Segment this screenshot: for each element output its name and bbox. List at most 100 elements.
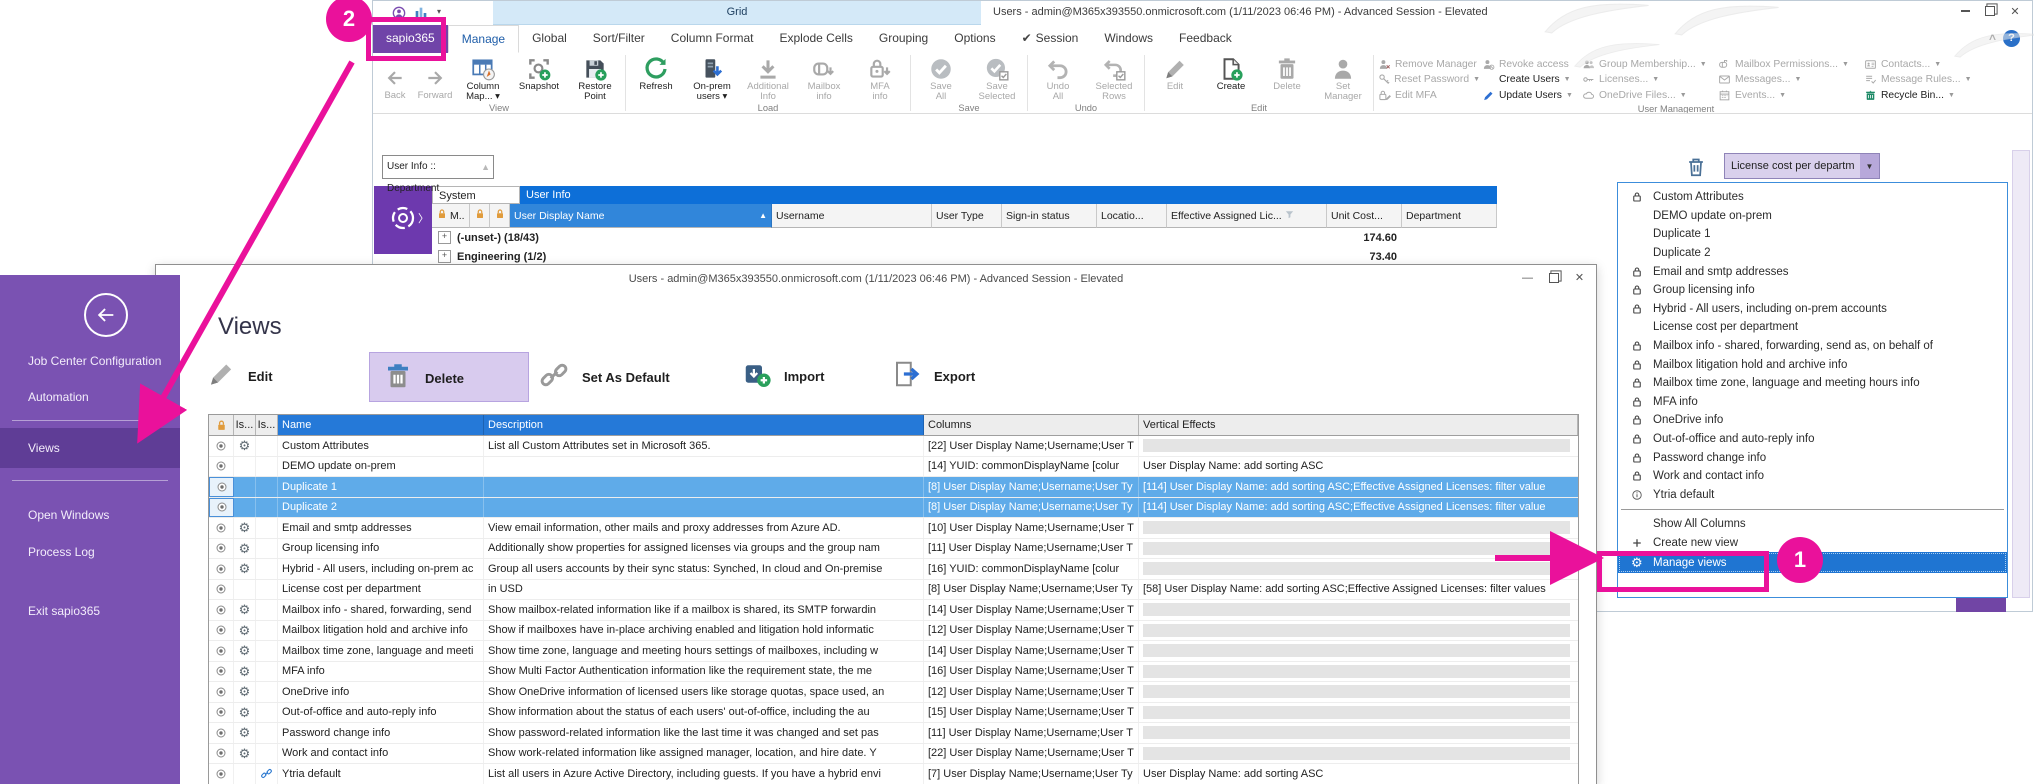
tab-options[interactable]: Options [941, 25, 1008, 53]
view-menu-item-mailbox-time-zone-language-and-meeting-hours-info[interactable]: Mailbox time zone, language and meeting … [1618, 374, 2007, 393]
view-row-mailbox-time-zone-language-and-meeti[interactable]: ⚙Mailbox time zone, language and meetiSh… [209, 641, 1578, 662]
gear-icon[interactable]: ⚙ [234, 662, 256, 682]
view-menu-item-ytria-default[interactable]: Ytria default [1618, 486, 2007, 505]
grid-column-unit-cost[interactable]: Unit Cost... [1327, 204, 1402, 228]
radio-icon[interactable] [209, 764, 234, 784]
view-selector[interactable]: License cost per departm ▼ [1724, 153, 1880, 179]
tab-explode-cells[interactable]: Explode Cells [766, 25, 865, 53]
sidebar-item-process-log[interactable]: Process Log [0, 539, 180, 565]
tab-session[interactable]: ✔Session [1009, 25, 1092, 53]
view-row-work-and-contact-info[interactable]: ⚙Work and contact infoShow work-related … [209, 744, 1578, 765]
header-description[interactable]: Description [484, 415, 924, 435]
delete-view-button[interactable]: Delete [383, 361, 464, 396]
create-button[interactable]: Create [1203, 55, 1259, 102]
delete-button[interactable]: Delete [1259, 55, 1315, 102]
view-row-ytria-default[interactable]: Ytria defaultList all users in Azure Act… [209, 764, 1578, 784]
view-menu-item-license-cost-per-department[interactable]: License cost per department [1618, 318, 2007, 337]
save-selected-button[interactable]: SaveSelected [969, 55, 1025, 102]
gear-icon[interactable]: ⚙ [234, 600, 256, 620]
view-menu-item-duplicate-2[interactable]: Duplicate 2 [1618, 244, 2007, 263]
set-manager-button[interactable]: SetManager [1315, 55, 1371, 102]
export-button[interactable]: Export [892, 359, 975, 394]
selected-rows-button[interactable]: SelectedRows [1086, 55, 1142, 102]
back-button[interactable] [84, 293, 128, 337]
view-menu-item-password-change-info[interactable]: Password change info [1618, 448, 2007, 467]
view-row-demo-update-on-prem[interactable]: DEMO update on-prem[14] YUID: commonDisp… [209, 457, 1578, 478]
chevron-down-icon[interactable]: ▼ [1860, 154, 1879, 178]
view-row-duplicate-2[interactable]: Duplicate 2[8] User Display Name;Usernam… [209, 498, 1578, 519]
onedrive-files-button[interactable]: OneDrive Files...▼ [1580, 88, 1716, 103]
header-is[interactable]: Is... [234, 415, 256, 435]
gear-icon[interactable]: ⚙ [234, 621, 256, 641]
tab-feedback[interactable]: Feedback [1166, 25, 1245, 53]
view-row-mfa-info[interactable]: ⚙MFA infoShow Multi Factor Authenticatio… [209, 662, 1578, 683]
edit-button[interactable]: Edit [1147, 55, 1203, 102]
mailbox-info-button[interactable]: Mailboxinfo [796, 55, 852, 102]
view-menu-item-mfa-info[interactable]: MFA info [1618, 393, 2007, 412]
sidebar-item-automation[interactable]: Automation [0, 384, 180, 410]
radio-icon[interactable] [209, 744, 234, 764]
forward-button[interactable]: Forward [415, 55, 455, 102]
gear-icon[interactable]: ⚙ [234, 682, 256, 702]
radio-icon[interactable] [209, 703, 234, 723]
snapshot-button[interactable]: Snapshot [511, 55, 567, 102]
radio-icon[interactable] [209, 662, 234, 682]
grid-column-m[interactable]: M.. [432, 204, 470, 228]
view-menu-item-work-and-contact-info[interactable]: Work and contact info [1618, 467, 2007, 486]
grid-column-effective-assigned-lic[interactable]: Effective Assigned Lic... [1167, 204, 1327, 228]
tab-windows[interactable]: Windows [1091, 25, 1166, 53]
header-name[interactable]: Name [278, 415, 484, 435]
gear-icon[interactable]: ⚙ [234, 744, 256, 764]
header-lock[interactable] [209, 415, 234, 435]
sidebar-item-open-windows[interactable]: Open Windows [0, 502, 180, 528]
events-button[interactable]: Events...▼ [1716, 88, 1862, 103]
grid-band-system[interactable]: System [432, 186, 520, 204]
grid-column-department[interactable]: Department [1402, 204, 1497, 228]
remove-manager-button[interactable]: Remove Manager [1376, 57, 1480, 72]
radio-icon[interactable] [209, 641, 234, 661]
sidebar-item-job-center-configuration[interactable]: Job Center Configuration [0, 348, 180, 374]
gear-icon[interactable]: ⚙ [234, 539, 256, 559]
close-button[interactable]: ✕ [2008, 4, 2022, 18]
view-row-custom-attributes[interactable]: ⚙Custom AttributesList all Custom Attrib… [209, 436, 1578, 457]
dialog-minimize-button[interactable]: — [1521, 271, 1534, 284]
refresh-button[interactable]: Refresh [628, 55, 684, 102]
view-menu-item-hybrid-all-users-including-on-prem-accounts[interactable]: Hybrid - All users, including on-prem ac… [1618, 300, 2007, 319]
view-menu-item-mailbox-info-shared-forwarding-send-as-on-behalf-of[interactable]: Mailbox info - shared, forwarding, send … [1618, 337, 2007, 356]
grouping-selector[interactable]: User Info :: Department ▲ [382, 155, 494, 179]
view-row-email-and-smtp-addresses[interactable]: ⚙Email and smtp addressesView email info… [209, 518, 1578, 539]
delete-view-icon[interactable] [1684, 154, 1708, 180]
gear-icon[interactable]: ⚙ [234, 723, 256, 743]
view-row-out-of-office-and-auto-reply-info[interactable]: ⚙Out-of-office and auto-reply infoShow i… [209, 703, 1578, 724]
radio-icon[interactable] [209, 436, 234, 456]
sidebar-item-exit-sapio365[interactable]: Exit sapio365 [0, 598, 180, 624]
view-menu-item-onedrive-info[interactable]: OneDrive info [1618, 411, 2007, 430]
tab-grouping[interactable]: Grouping [866, 25, 941, 53]
radio-icon[interactable] [209, 621, 234, 641]
reset-password-button[interactable]: Reset Password▼ [1376, 72, 1480, 87]
licenses-button[interactable]: Licenses...▼ [1580, 72, 1716, 87]
set-as-default-button[interactable]: Set As Default [538, 359, 670, 396]
column-map-button[interactable]: ColumnMap... ▾ [455, 55, 511, 102]
tab-global[interactable]: Global [519, 25, 580, 53]
mailbox-permissions-button[interactable]: Mailbox Permissions...▼ [1716, 57, 1862, 72]
radio-icon[interactable] [209, 580, 234, 600]
view-menu-item-mailbox-litigation-hold-and-archive-info[interactable]: Mailbox litigation hold and archive info [1618, 355, 2007, 374]
grid-column-locatio[interactable]: Locatio... [1097, 204, 1167, 228]
grid-column-lock-2[interactable] [490, 204, 510, 228]
radio-icon[interactable] [209, 600, 234, 620]
expand-icon[interactable]: + [438, 250, 451, 263]
minimize-button[interactable] [1958, 4, 1972, 18]
tab-column-format[interactable]: Column Format [658, 25, 767, 53]
view-row-license-cost-per-department[interactable]: License cost per departmentin USD[8] Use… [209, 580, 1578, 601]
radio-icon[interactable] [209, 477, 234, 497]
view-menu-item-group-licensing-info[interactable]: Group licensing info [1618, 281, 2007, 300]
view-menu-item-out-of-office-and-auto-reply-info[interactable]: Out-of-office and auto-reply info [1618, 430, 2007, 449]
sidebar-item-views[interactable]: Views [0, 428, 180, 468]
additional-info-button[interactable]: AdditionalInfo [740, 55, 796, 102]
view-row-hybrid-all-users-including-on-prem-ac[interactable]: ⚙Hybrid - All users, including on-prem a… [209, 559, 1578, 580]
view-row-onedrive-info[interactable]: ⚙OneDrive infoShow OneDrive information … [209, 682, 1578, 703]
expand-icon[interactable]: + [438, 231, 451, 244]
restore-point-button[interactable]: RestorePoint [567, 55, 623, 102]
create-users-button[interactable]: Create Users▼ [1480, 72, 1580, 87]
